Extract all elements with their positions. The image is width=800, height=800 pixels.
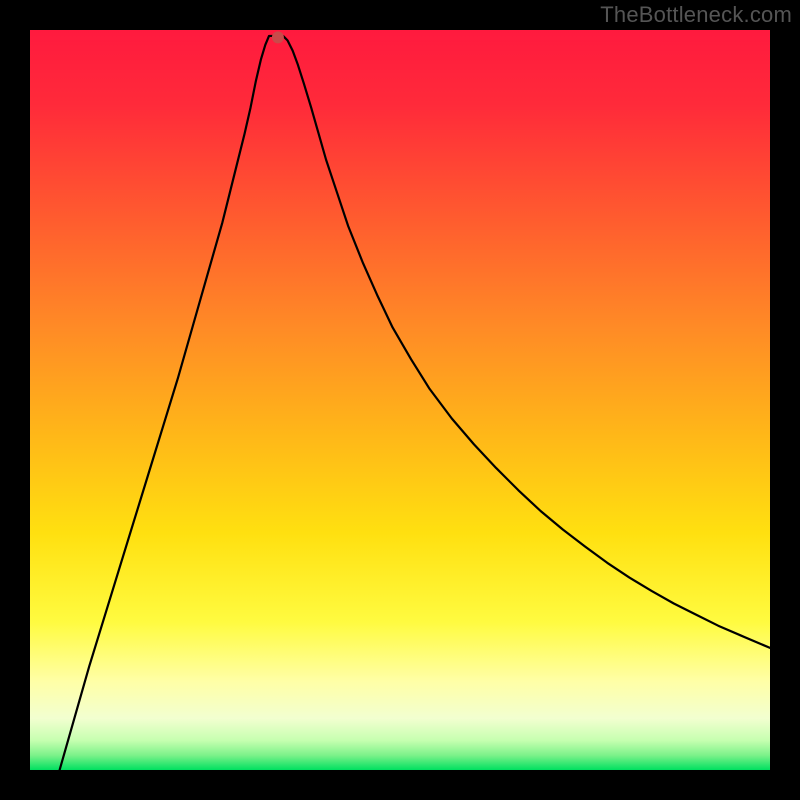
bottleneck-chart bbox=[0, 0, 800, 800]
minimum-marker bbox=[272, 31, 284, 43]
watermark-text: TheBottleneck.com bbox=[600, 2, 792, 28]
plot-background bbox=[30, 30, 770, 770]
chart-frame: TheBottleneck.com bbox=[0, 0, 800, 800]
